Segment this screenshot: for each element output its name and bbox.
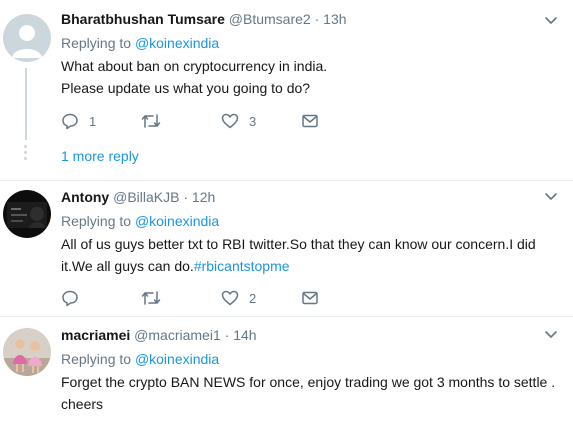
thread-line bbox=[25, 68, 27, 140]
reply-button[interactable]: 1 bbox=[61, 110, 96, 132]
replying-to-label: Replying to bbox=[61, 35, 132, 51]
tweet-text: Forget the crypto BAN NEWS for once, enj… bbox=[61, 371, 563, 415]
direct-message-button[interactable] bbox=[301, 287, 319, 309]
envelope-icon bbox=[302, 291, 318, 305]
replying-to-label: Replying to bbox=[61, 351, 132, 367]
timestamp[interactable]: 12h bbox=[192, 189, 215, 205]
tweet-text-line: Forget the crypto BAN NEWS for once, enj… bbox=[61, 374, 556, 390]
more-replies-link[interactable]: 1 more reply bbox=[61, 146, 139, 166]
like-count: 2 bbox=[249, 290, 257, 306]
tweet-header: Antony @BillaKJB · 12h bbox=[61, 187, 563, 207]
replying-to: Replying to @koinexindia bbox=[61, 349, 563, 369]
avatar-bharatbhushan[interactable] bbox=[3, 14, 51, 62]
tweet-text-line: All of us guys better txt to RBI twitter… bbox=[61, 236, 536, 252]
retweet-icon bbox=[141, 291, 161, 305]
like-button[interactable]: 3 bbox=[221, 110, 256, 132]
envelope-icon bbox=[302, 114, 318, 128]
reply-button[interactable] bbox=[61, 287, 89, 309]
tweet-text: All of us guys better txt to RBI twitter… bbox=[61, 233, 563, 277]
heart-icon bbox=[221, 113, 239, 129]
replying-to-link[interactable]: @koinexindia bbox=[135, 351, 219, 367]
like-count: 3 bbox=[249, 113, 257, 129]
thread-dots bbox=[24, 145, 28, 163]
tweet-actions: 2 bbox=[61, 287, 361, 309]
tweet-text-line: it.We all guys can do.#rbicantstopme bbox=[61, 255, 563, 277]
user-handle[interactable]: @Btumsare2 bbox=[229, 11, 311, 27]
replying-to: Replying to @koinexindia bbox=[61, 33, 563, 53]
retweet-icon bbox=[141, 114, 161, 128]
tweet-3-content: macriamei @macriamei1 · 14h Replying to … bbox=[61, 325, 563, 415]
tweet-text-line: cheers bbox=[61, 396, 104, 412]
replying-to-link[interactable]: @koinexindia bbox=[135, 213, 219, 229]
tweet-text-segment: it.We all guys can do. bbox=[61, 258, 194, 274]
display-name[interactable]: Antony bbox=[61, 189, 109, 205]
replying-to: Replying to @koinexindia bbox=[61, 211, 563, 231]
timestamp[interactable]: 14h bbox=[233, 327, 256, 343]
reply-icon bbox=[62, 113, 78, 130]
hashtag-link[interactable]: #rbicantstopme bbox=[194, 258, 290, 274]
separator: · bbox=[183, 189, 189, 205]
like-button[interactable]: 2 bbox=[221, 287, 256, 309]
profile-photo-icon bbox=[3, 328, 51, 376]
tweet-2-content: Antony @BillaKJB · 12h Replying to @koin… bbox=[61, 187, 563, 277]
heart-icon bbox=[221, 290, 239, 306]
retweet-button[interactable] bbox=[141, 110, 171, 132]
tweet-text: What about ban on cryptocurrency in indi… bbox=[61, 55, 563, 99]
display-name[interactable]: Bharatbhushan Tumsare bbox=[61, 11, 225, 27]
tweet-text-line: Please update us what you going to do? bbox=[61, 80, 311, 96]
replying-to-label: Replying to bbox=[61, 213, 132, 229]
retweet-button[interactable] bbox=[141, 287, 171, 309]
chevron-down-icon[interactable] bbox=[543, 326, 559, 342]
user-handle[interactable]: @macriamei1 bbox=[134, 327, 221, 343]
separator: · bbox=[314, 11, 320, 27]
timestamp[interactable]: 13h bbox=[323, 11, 346, 27]
tweet-header: macriamei @macriamei1 · 14h bbox=[61, 325, 563, 345]
avatar-macriamei[interactable] bbox=[3, 328, 51, 376]
direct-message-button[interactable] bbox=[301, 110, 319, 132]
tweet-header: Bharatbhushan Tumsare @Btumsare2 · 13h bbox=[61, 9, 563, 29]
avatar-antony[interactable] bbox=[3, 190, 51, 238]
tweet-text-line: What about ban on cryptocurrency in indi… bbox=[61, 58, 328, 74]
chevron-down-icon[interactable] bbox=[543, 12, 559, 28]
display-name[interactable]: macriamei bbox=[61, 327, 130, 343]
separator: · bbox=[224, 327, 230, 343]
reply-icon bbox=[62, 290, 78, 307]
tweet-1-content: Bharatbhushan Tumsare @Btumsare2 · 13h R… bbox=[61, 9, 563, 99]
profile-photo-icon bbox=[3, 190, 51, 238]
default-profile-icon bbox=[3, 14, 51, 62]
reply-count: 1 bbox=[89, 113, 97, 129]
user-handle[interactable]: @BillaKJB bbox=[113, 189, 179, 205]
replying-to-link[interactable]: @koinexindia bbox=[135, 35, 219, 51]
tweet-actions: 1 3 bbox=[61, 110, 361, 132]
chevron-down-icon[interactable] bbox=[543, 188, 559, 204]
